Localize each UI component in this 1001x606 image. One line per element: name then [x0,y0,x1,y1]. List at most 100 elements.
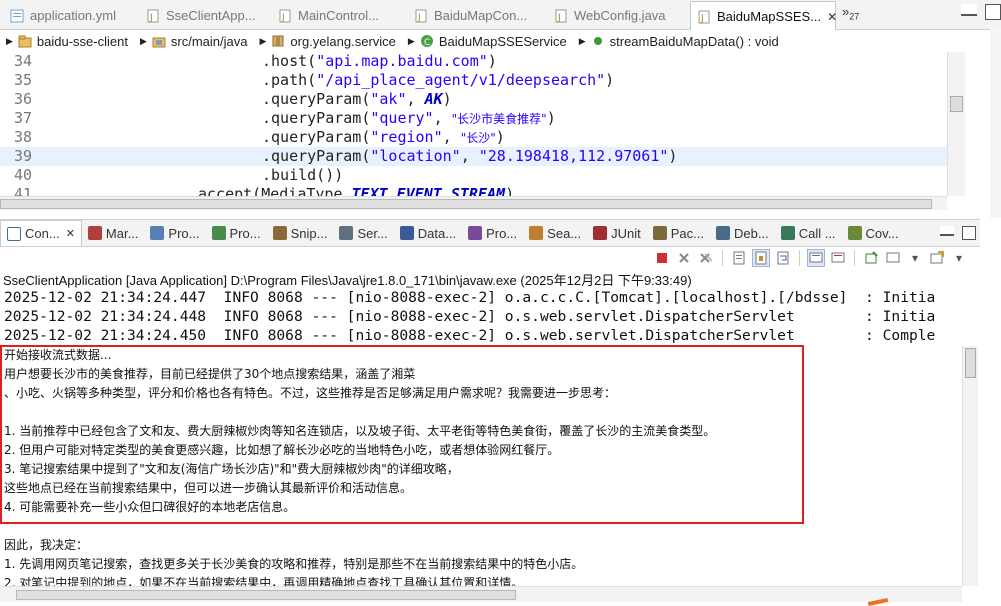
code-token: accept(MediaType. [198,185,352,196]
word-wrap-icon[interactable] [774,249,792,267]
console-output[interactable]: 2025-12-02 21:34:24.447 INFO 8068 --- [n… [0,288,962,586]
pin-console-icon[interactable] [862,249,880,267]
display-selected-console-icon[interactable] [884,249,902,267]
editor-tab-label: SseClientApp... [166,8,256,23]
tab-coverage[interactable]: Cov... [842,220,905,246]
console-vertical-scrollbar[interactable] [962,346,978,586]
editor-tab-webconfig[interactable]: J WebConfig.java [548,2,688,29]
scrollbar-thumb[interactable] [0,199,932,209]
minimize-icon[interactable] [961,4,977,16]
tab-data-source[interactable]: Data... [394,220,462,246]
tab-progress[interactable]: Pro... [206,220,267,246]
tab-label: Con... [25,226,60,241]
editor-tab-application-yml[interactable]: application.yml [4,2,140,29]
minimize-icon[interactable] [940,226,954,236]
tab-label: JUnit [611,225,641,241]
code-token: ) [546,109,556,127]
code-token: , [433,109,452,127]
java-file-icon: J [278,9,292,23]
scroll-lock-icon[interactable] [752,249,770,267]
tab-snippets[interactable]: Snip... [267,220,334,246]
code-string: "api.map.baidu.com" [316,52,488,70]
open-console-icon[interactable] [928,249,946,267]
scrollbar-thumb[interactable] [950,96,963,112]
breadcrumb-source-folder[interactable]: ▶ src/main/java [134,34,248,49]
svg-text:J: J [557,13,561,23]
source-folder-icon [152,34,166,48]
tab-call-hierarchy[interactable]: Call ... [775,220,842,246]
tab-servers[interactable]: Ser... [333,220,393,246]
editor-tab-bar: application.yml J SseClientApp... J Main… [0,0,1001,31]
breadcrumb-class[interactable]: ▶ C BaiduMapSSEService [402,34,567,49]
remove-all-terminated-icon[interactable] [697,249,715,267]
breadcrumb-method[interactable]: ▶ streamBaiduMapData() : void [573,34,779,49]
console-horizontal-scrollbar[interactable] [0,586,962,602]
tab-label: Mar... [105,225,139,241]
editor-vertical-scrollbar[interactable] [947,52,965,196]
code-token: ) [487,52,497,70]
scrollbar-thumb[interactable] [16,590,516,600]
tab-search[interactable]: Sea... [523,220,587,246]
view-window-buttons [940,226,980,240]
tab-console[interactable]: Con... ✕ [0,220,82,246]
breadcrumb-package[interactable]: ▶ org.yelang.service [253,34,395,49]
terminate-icon[interactable] [653,249,671,267]
data-source-icon [399,226,414,240]
code-line: 37 .queryParam("query", "长沙市美食推荐") [0,109,965,128]
maximize-icon[interactable] [962,226,976,240]
scrollbar-thumb[interactable] [965,348,976,378]
tab-markers[interactable]: Mar... [82,220,145,246]
code-string: "ak" [370,90,407,108]
editor-horizontal-scrollbar[interactable] [0,196,947,210]
breadcrumb-project[interactable]: ▶ baidu-sse-client [0,34,128,49]
toolbar-separator [722,250,723,266]
tab-problems[interactable]: Pro... [462,220,523,246]
line-number: 39 [13,147,32,165]
editor-tab-label: BaiduMapCon... [434,8,528,23]
code-token: , [442,128,461,146]
editor-tab-sseclientapp[interactable]: J SseClientApp... [140,2,272,29]
tab-debug[interactable]: Deb... [710,220,775,246]
call-hierarchy-icon [780,226,795,240]
show-console-on-error-icon[interactable] [829,249,847,267]
console-toolbar-icons: ▾ ▾ [653,249,968,267]
breadcrumb-label: org.yelang.service [290,33,396,49]
toolbar-separator [854,250,855,266]
chevron-down-icon[interactable]: ▾ [950,249,968,267]
show-console-on-output-icon[interactable] [807,249,825,267]
tab-overflow-button[interactable]: »27 [842,4,859,22]
editor-tab-maincontrol[interactable]: J MainControl... [272,2,408,29]
code-editor[interactable]: 34 .host("api.map.baidu.com") 35 .path("/a… [0,52,965,196]
project-icon [18,34,32,48]
stream-line: 2. 对笔记中提到的地点，如果不在当前搜索结果中，再调用精确地点查找工具确认其位… [4,576,524,586]
tab-package-explorer[interactable]: Pac... [647,220,710,246]
close-icon[interactable]: ✕ [827,10,837,24]
view-tab-bar: Con... ✕ Mar... Pro... Pro... Snip... Se… [0,219,980,247]
maximize-icon[interactable] [985,4,1001,20]
breadcrumb-label: src/main/java [170,33,248,49]
chevron-right-icon: ▶ [6,35,13,46]
editor-tab-baidumapsses[interactable]: J BaiduMapSSES... ✕ [690,1,837,31]
editor-tab-label: BaiduMapSSES... [717,9,822,24]
console-icon [7,226,21,241]
line-number: 40 [13,166,32,184]
problems-icon [468,226,483,240]
java-file-icon: J [697,10,711,24]
class-icon: C [420,34,434,48]
clear-console-icon[interactable] [730,249,748,267]
package-icon [271,34,285,48]
yaml-file-icon [10,9,24,23]
tab-properties[interactable]: Pro... [144,220,205,246]
code-line: 40 .build()) [0,166,965,185]
chevron-down-icon[interactable]: ▾ [906,249,924,267]
remove-launch-icon[interactable] [675,249,693,267]
svg-text:J: J [149,13,153,23]
code-text: .queryParam("ak", AK) [262,90,452,109]
close-icon[interactable]: ✕ [66,227,75,240]
tab-junit[interactable]: JUnit [587,220,647,246]
code-token: ) [668,147,678,165]
tab-label: Data... [417,225,457,241]
breadcrumb-label: streamBaiduMapData() : void [609,33,779,49]
chevron-right-icon: ▶ [578,35,586,46]
editor-tab-baidumapcon[interactable]: J BaiduMapCon... [408,2,548,29]
